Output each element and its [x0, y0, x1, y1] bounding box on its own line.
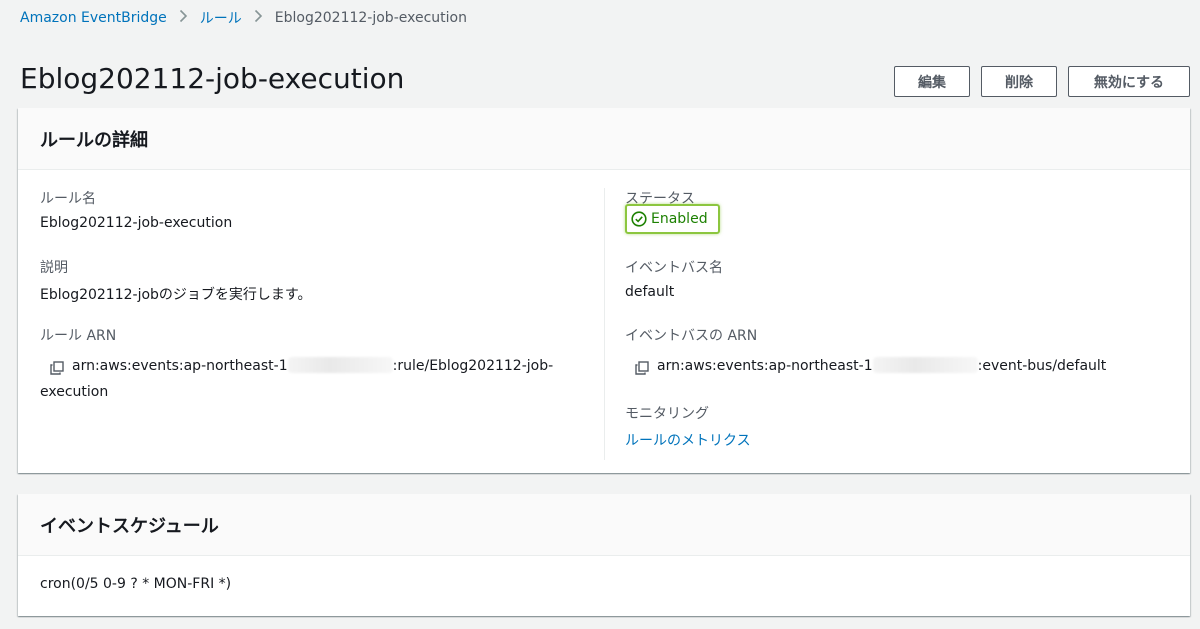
breadcrumb-rules-link[interactable]: ルール — [200, 8, 242, 28]
rule-metrics-link[interactable]: ルールのメトリクス — [625, 430, 751, 450]
monitoring-label: モニタリング — [625, 406, 709, 422]
rule-arn-label: ルール ARN — [40, 328, 117, 344]
chevron-right-icon — [179, 9, 188, 27]
copy-icon[interactable] — [635, 360, 649, 375]
edit-button[interactable]: 編集 — [894, 66, 970, 97]
event-bus-arn-prefix: arn:aws:events:ap-northeast-1 — [657, 358, 873, 374]
rule-arn-wrap: execution — [40, 384, 109, 400]
rule-arn-suffix: :rule/Eblog202112-job- — [392, 358, 554, 374]
cron-expression: cron(0/5 0-9 ? * MON-FRI *) — [40, 576, 232, 592]
event-bus-arn-suffix: :event-bus/default — [977, 358, 1107, 374]
check-circle-icon — [631, 211, 651, 227]
chevron-right-icon — [254, 9, 263, 27]
event-schedule-heading: イベントスケジュール — [18, 494, 1190, 556]
page-title: Eblog202112-job-execution — [20, 62, 405, 95]
event-bus-value: default — [625, 284, 675, 300]
rule-name-label: ルール名 — [40, 191, 96, 207]
action-buttons: 編集 削除 無効にする — [894, 66, 1190, 97]
disable-button[interactable]: 無効にする — [1068, 66, 1190, 97]
event-bus-arn-value: arn:aws:events:ap-northeast-1 :event-bus/… — [657, 357, 1106, 374]
breadcrumb-current: Eblog202112-job-execution — [274, 10, 467, 26]
rule-details-heading: ルールの詳細 — [18, 108, 1190, 170]
event-bus-label: イベントバス名 — [625, 260, 723, 276]
event-schedule-panel: イベントスケジュール cron(0/5 0-9 ? * MON-FRI *) — [18, 494, 1190, 616]
breadcrumb: Amazon EventBridge ルール Eblog202112-job-e… — [20, 8, 467, 28]
column-divider — [604, 188, 605, 460]
event-bus-arn-label: イベントバスの ARN — [625, 328, 758, 344]
breadcrumb-eventbridge-link[interactable]: Amazon EventBridge — [20, 10, 167, 26]
rule-arn-value: arn:aws:events:ap-northeast-1 :rule/Eblog… — [72, 357, 553, 374]
description-value: Eblog202112-jobのジョブを実行します。 — [40, 287, 312, 303]
redacted-account-id — [872, 357, 978, 373]
rule-name-value: Eblog202112-job-execution — [40, 215, 233, 231]
redacted-account-id — [287, 357, 393, 373]
rule-arn-prefix: arn:aws:events:ap-northeast-1 — [72, 358, 288, 374]
status-badge: Enabled — [625, 204, 720, 234]
delete-button[interactable]: 削除 — [981, 66, 1057, 97]
rule-details-panel: ルールの詳細 ルール名 Eblog202112-job-execution 説明… — [18, 108, 1190, 473]
description-label: 説明 — [40, 260, 68, 276]
status-value: Enabled — [651, 211, 708, 227]
copy-icon[interactable] — [50, 360, 64, 375]
